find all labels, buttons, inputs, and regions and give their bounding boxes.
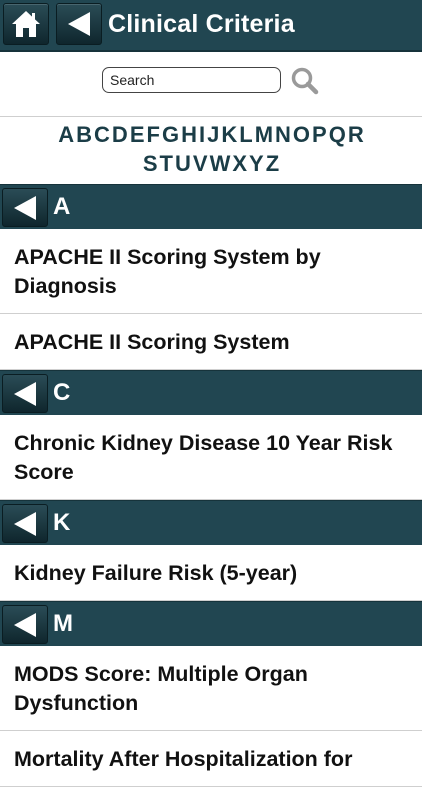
section-header: C xyxy=(0,370,422,415)
section-letter: C xyxy=(53,379,71,406)
section-header: M xyxy=(0,601,422,646)
list-item[interactable]: MODS Score: Multiple Organ Dysfunction xyxy=(0,646,422,731)
section-letter: M xyxy=(53,610,73,637)
section-back-button[interactable] xyxy=(2,504,48,543)
alphabet-index: ABCDEFGHIJKLMNOPQR STUVWXYZ xyxy=(0,120,422,178)
alphabet-letter[interactable]: O xyxy=(292,120,311,149)
back-button[interactable] xyxy=(56,3,102,45)
alphabet-letter[interactable]: D xyxy=(111,120,129,149)
alphabet-letter[interactable]: B xyxy=(75,120,93,149)
alphabet-letter[interactable]: P xyxy=(311,120,328,149)
alphabet-letter[interactable]: L xyxy=(238,120,253,149)
list-item[interactable]: Mortality After Hospitalization for xyxy=(0,731,422,787)
section-header: K xyxy=(0,500,422,545)
alphabet-letter[interactable]: I xyxy=(198,120,206,149)
section-letter: K xyxy=(53,509,71,536)
top-navigation-bar: Clinical Criteria xyxy=(0,0,422,52)
back-arrow-icon xyxy=(14,196,36,220)
magnifier-icon[interactable] xyxy=(290,66,320,96)
alphabet-letter[interactable]: Y xyxy=(248,149,265,178)
criteria-list: A APACHE II Scoring System by Diagnosis AP… xyxy=(0,184,422,787)
list-item[interactable]: APACHE II Scoring System by Diagnosis xyxy=(0,229,422,314)
section-letter: A xyxy=(53,193,71,220)
search-bar xyxy=(0,52,422,117)
alphabet-letter[interactable]: G xyxy=(161,120,180,149)
back-arrow-icon xyxy=(68,12,90,36)
back-arrow-icon xyxy=(14,382,36,406)
alphabet-letter[interactable]: R xyxy=(347,120,365,149)
alphabet-letter[interactable]: Q xyxy=(328,120,347,149)
alphabet-letter[interactable]: M xyxy=(254,120,274,149)
section-back-button[interactable] xyxy=(2,605,48,644)
alphabet-letter[interactable]: X xyxy=(231,149,248,178)
page-title: Clinical Criteria xyxy=(108,10,295,38)
alphabet-letter[interactable]: Z xyxy=(265,149,280,178)
home-icon xyxy=(12,11,40,37)
section-back-button[interactable] xyxy=(2,374,48,413)
back-arrow-icon xyxy=(14,512,36,536)
alphabet-letter[interactable]: J xyxy=(206,120,220,149)
alphabet-letter[interactable]: V xyxy=(192,149,209,178)
alphabet-letter[interactable]: W xyxy=(209,149,232,178)
section-header: A xyxy=(0,184,422,229)
back-arrow-icon xyxy=(14,613,36,637)
list-item[interactable]: APACHE II Scoring System xyxy=(0,314,422,370)
alphabet-letter[interactable]: E xyxy=(129,120,146,149)
alphabet-letter[interactable]: S xyxy=(142,149,159,178)
alphabet-letter[interactable]: C xyxy=(93,120,111,149)
alphabet-letter[interactable]: A xyxy=(57,120,75,149)
home-button[interactable] xyxy=(3,3,49,45)
list-item[interactable]: Kidney Failure Risk (5-year) xyxy=(0,545,422,601)
search-input[interactable] xyxy=(102,67,281,93)
alphabet-letter[interactable]: K xyxy=(220,120,238,149)
section-back-button[interactable] xyxy=(2,188,48,227)
alphabet-row: ABCDEFGHIJKLMNOPQR xyxy=(0,120,422,149)
alphabet-letter[interactable]: U xyxy=(174,149,192,178)
alphabet-letter[interactable]: N xyxy=(274,120,292,149)
alphabet-letter[interactable]: T xyxy=(159,149,174,178)
alphabet-letter[interactable]: F xyxy=(146,120,161,149)
list-item[interactable]: Chronic Kidney Disease 10 Year Risk Scor… xyxy=(0,415,422,500)
alphabet-letter[interactable]: H xyxy=(180,120,198,149)
alphabet-row: STUVWXYZ xyxy=(0,149,422,178)
